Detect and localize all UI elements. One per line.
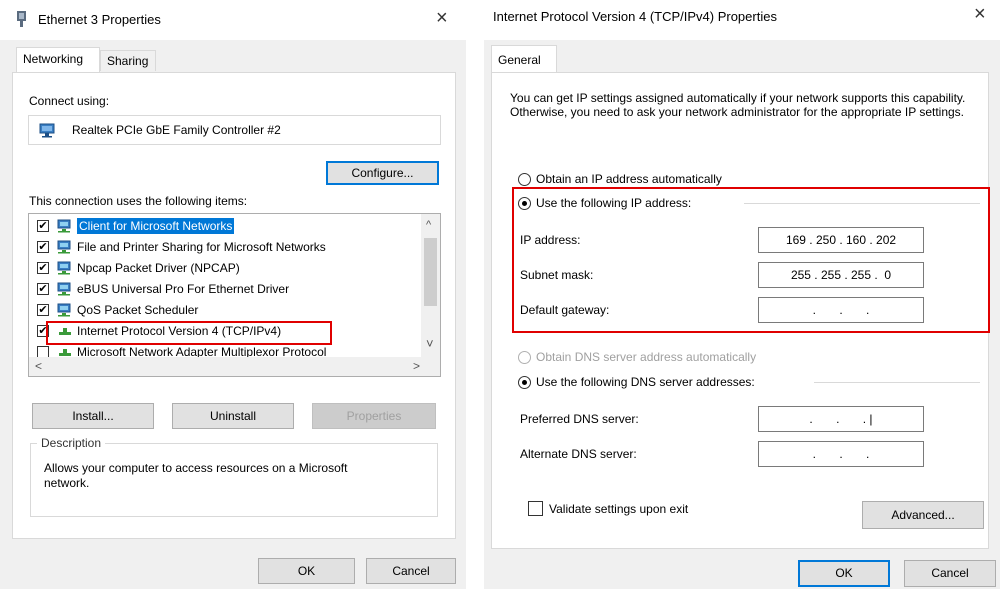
- ok-button[interactable]: OK: [798, 560, 890, 587]
- title-bar: Internet Protocol Version 4 (TCP/IPv4) P…: [484, 0, 1000, 40]
- list-item-label: File and Printer Sharing for Microsoft N…: [77, 240, 326, 254]
- list-item-label: Client for Microsoft Networks: [77, 218, 235, 234]
- validate-checkbox[interactable]: [528, 501, 543, 516]
- list-item[interactable]: ✔ eBUS Universal Pro For Ethernet Driver: [29, 279, 419, 300]
- preferred-dns-input[interactable]: . . . |: [758, 406, 924, 432]
- use-following-dns-radio[interactable]: [518, 376, 531, 389]
- vertical-scrollbar[interactable]: ^ ˅: [421, 214, 440, 357]
- default-gateway-input[interactable]: . . .: [758, 297, 924, 323]
- ip-address-input[interactable]: 169 . 250 . 160 . 202: [758, 227, 924, 253]
- intro-text: You can get IP settings assigned automat…: [510, 91, 966, 119]
- networking-panel: Connect using: Realtek PCIe GbE Family C…: [12, 72, 456, 539]
- item-checkbox[interactable]: ✔: [37, 262, 49, 274]
- items-listbox[interactable]: ✔ Client for Microsoft Networks ✔ File and …: [28, 213, 441, 377]
- list-item-label: Npcap Packet Driver (NPCAP): [77, 261, 240, 275]
- close-icon[interactable]: ×: [974, 2, 986, 26]
- network-adapter-icon: [16, 11, 27, 31]
- default-gateway-label: Default gateway:: [520, 303, 610, 317]
- adapter-name: Realtek PCIe GbE Family Controller #2: [72, 123, 281, 137]
- ok-button[interactable]: OK: [258, 558, 355, 584]
- alternate-dns-label: Alternate DNS server:: [520, 447, 637, 461]
- scroll-thumb[interactable]: [424, 238, 437, 306]
- cancel-button[interactable]: Cancel: [904, 560, 996, 587]
- configure-button[interactable]: Configure...: [326, 161, 439, 185]
- tab-sharing[interactable]: Sharing: [100, 50, 156, 71]
- tab-networking[interactable]: Networking: [16, 47, 100, 73]
- network-service-icon: [57, 261, 73, 275]
- item-checkbox[interactable]: ✔: [37, 283, 49, 295]
- dns-group-line: [814, 382, 980, 383]
- ipv4-highlight-annotation: [46, 321, 332, 345]
- uninstall-button[interactable]: Uninstall: [172, 403, 294, 429]
- obtain-ip-auto-label[interactable]: Obtain an IP address automatically: [536, 172, 722, 186]
- install-button[interactable]: Install...: [32, 403, 154, 429]
- scroll-right-icon[interactable]: >: [413, 359, 420, 373]
- close-icon[interactable]: ×: [436, 6, 448, 30]
- validate-label[interactable]: Validate settings upon exit: [549, 502, 688, 516]
- ip-address-label: IP address:: [520, 233, 581, 247]
- list-item[interactable]: ✔ Npcap Packet Driver (NPCAP): [29, 258, 419, 279]
- item-checkbox[interactable]: ✔: [37, 304, 49, 316]
- description-title: Description: [37, 436, 106, 450]
- network-card-icon: [39, 123, 57, 141]
- window-title: Internet Protocol Version 4 (TCP/IPv4) P…: [493, 9, 777, 24]
- ipv4-properties-dialog: Internet Protocol Version 4 (TCP/IPv4) P…: [484, 0, 1000, 589]
- subnet-mask-label: Subnet mask:: [520, 268, 594, 282]
- general-panel: You can get IP settings assigned automat…: [491, 72, 990, 549]
- ethernet-properties-dialog: Ethernet 3 Properties × Networking Shari…: [0, 0, 466, 589]
- obtain-dns-auto-label[interactable]: Obtain DNS server address automatically: [536, 350, 756, 364]
- obtain-dns-auto-radio[interactable]: [518, 351, 531, 364]
- list-item[interactable]: ✔ File and Printer Sharing for Microsoft …: [29, 237, 419, 258]
- adapter-field: Realtek PCIe GbE Family Controller #2: [28, 115, 441, 145]
- horizontal-scrollbar[interactable]: < >: [29, 357, 440, 376]
- connect-using-label: Connect using:: [29, 94, 110, 108]
- network-service-icon: [57, 303, 73, 317]
- title-bar: Ethernet 3 Properties ×: [0, 0, 466, 40]
- network-service-icon: [57, 282, 73, 296]
- tab-general[interactable]: General: [491, 45, 557, 73]
- network-service-icon: [57, 240, 73, 254]
- list-item-label: QoS Packet Scheduler: [77, 303, 199, 317]
- description-text: Allows your computer to access resources…: [44, 461, 348, 490]
- use-following-ip-radio[interactable]: [518, 197, 531, 210]
- item-checkbox[interactable]: ✔: [37, 220, 49, 232]
- alternate-dns-input[interactable]: . . .: [758, 441, 924, 467]
- scroll-left-icon[interactable]: <: [35, 359, 42, 373]
- item-checkbox[interactable]: ✔: [37, 241, 49, 253]
- list-item[interactable]: ✔ QoS Packet Scheduler: [29, 300, 419, 321]
- ip-group-line: [744, 203, 980, 204]
- preferred-dns-label: Preferred DNS server:: [520, 412, 639, 426]
- list-item-label: eBUS Universal Pro For Ethernet Driver: [77, 282, 290, 296]
- cancel-button[interactable]: Cancel: [366, 558, 456, 584]
- subnet-mask-input[interactable]: 255 . 255 . 255 . 0: [758, 262, 924, 288]
- advanced-button[interactable]: Advanced...: [862, 501, 984, 529]
- scroll-down-icon[interactable]: ˅: [426, 336, 434, 351]
- properties-button[interactable]: Properties: [312, 403, 436, 429]
- items-label: This connection uses the following items…: [29, 194, 248, 208]
- use-following-ip-label[interactable]: Use the following IP address:: [536, 196, 691, 210]
- window-title: Ethernet 3 Properties: [38, 12, 161, 27]
- obtain-ip-auto-radio[interactable]: [518, 173, 531, 186]
- use-following-dns-label[interactable]: Use the following DNS server addresses:: [536, 375, 755, 389]
- protocol-icon: [57, 345, 73, 357]
- scroll-up-icon[interactable]: ^: [426, 219, 431, 231]
- network-client-icon: [57, 219, 73, 233]
- list-item[interactable]: ✔ Client for Microsoft Networks: [29, 216, 419, 237]
